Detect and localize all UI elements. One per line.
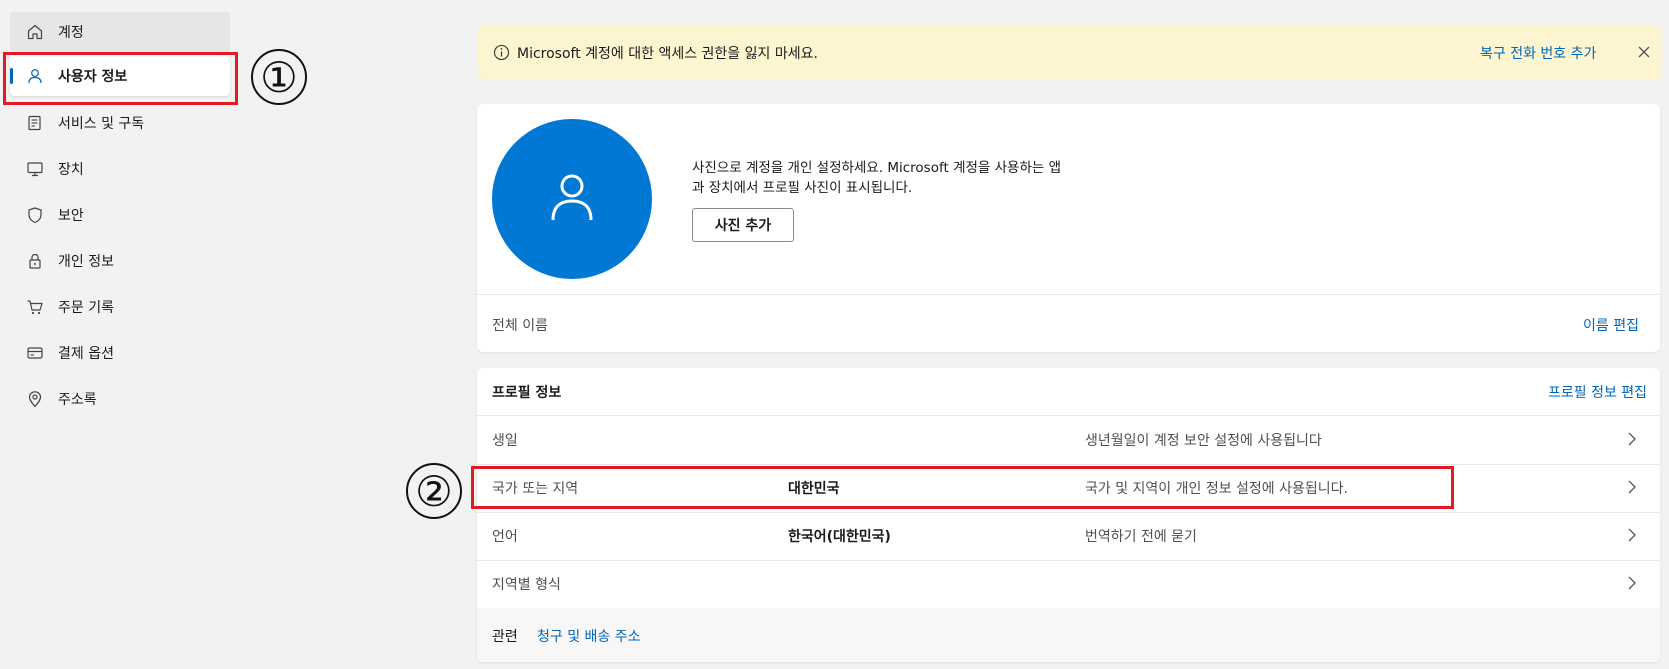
sidebar-item-services[interactable]: 서비스 및 구독 bbox=[10, 103, 230, 143]
close-icon[interactable] bbox=[1636, 44, 1652, 64]
sidebar-item-label: 계정 bbox=[58, 25, 84, 41]
chevron-right-icon bbox=[1627, 527, 1637, 547]
add-recovery-phone-link[interactable]: 복구 전화 번호 추가 bbox=[1480, 43, 1596, 63]
profile-info-card: 프로필 정보 프로필 정보 편집 생일 생년월일이 계정 보안 설정에 사용됩니… bbox=[477, 368, 1660, 662]
edit-name-link[interactable]: 이름 편집 bbox=[1583, 315, 1639, 335]
profile-row-regional-format[interactable]: 지역별 형식 bbox=[477, 560, 1660, 608]
person-icon bbox=[550, 172, 594, 226]
sidebar-item-label: 개인 정보 bbox=[58, 254, 114, 270]
row-label: 언어 bbox=[492, 529, 518, 545]
credit-card-icon bbox=[25, 343, 45, 363]
row-label: 생일 bbox=[492, 433, 518, 449]
sidebar-item-privacy[interactable]: 개인 정보 bbox=[10, 241, 230, 281]
cart-icon bbox=[25, 297, 45, 317]
location-pin-icon bbox=[25, 389, 45, 409]
divider bbox=[477, 294, 1660, 295]
profile-info-title: 프로필 정보 bbox=[492, 385, 562, 401]
chevron-right-icon bbox=[1627, 479, 1637, 499]
sidebar-item-label: 주문 기록 bbox=[58, 300, 114, 316]
sidebar-item-label: 서비스 및 구독 bbox=[58, 116, 145, 132]
banner-message: Microsoft 계정에 대한 액세스 권한을 잃지 마세요. bbox=[517, 45, 818, 62]
sidebar-item-security[interactable]: 보안 bbox=[10, 195, 230, 235]
profile-photo-card: 사진으로 계정을 개인 설정하세요. Microsoft 계정을 사용하는 앱과… bbox=[477, 104, 1660, 352]
avatar[interactable] bbox=[492, 119, 652, 279]
sidebar-item-devices[interactable]: 장치 bbox=[10, 149, 230, 189]
photo-description: 사진으로 계정을 개인 설정하세요. Microsoft 계정을 사용하는 앱과… bbox=[692, 160, 1062, 196]
row-value: 한국어(대한민국) bbox=[788, 529, 891, 545]
profile-row-language[interactable]: 언어 한국어(대한민국) 번역하기 전에 묻기 bbox=[477, 512, 1660, 560]
chevron-right-icon bbox=[1627, 575, 1637, 595]
sidebar-item-payment[interactable]: 결제 옵션 bbox=[10, 333, 230, 373]
related-label: 관련 bbox=[492, 629, 518, 645]
shield-icon bbox=[25, 205, 45, 225]
billing-shipping-address-link[interactable]: 청구 및 배송 주소 bbox=[537, 626, 641, 646]
chevron-right-icon bbox=[1627, 431, 1637, 451]
sidebar-item-order-history[interactable]: 주문 기록 bbox=[10, 287, 230, 327]
sidebar-item-address-book[interactable]: 주소록 bbox=[10, 379, 230, 419]
annotation-number-2: ② bbox=[406, 463, 462, 519]
sidebar-item-label: 주소록 bbox=[58, 392, 97, 408]
sidebar-item-label: 결제 옵션 bbox=[58, 346, 114, 362]
lock-icon bbox=[25, 251, 45, 271]
sidebar-item-label: 장치 bbox=[58, 162, 84, 178]
sidebar-item-label: 보안 bbox=[58, 208, 84, 224]
row-label: 지역별 형식 bbox=[492, 577, 561, 593]
recovery-banner: Microsoft 계정에 대한 액세스 권한을 잃지 마세요. 복구 전화 번… bbox=[477, 25, 1661, 80]
annotation-number-1: ① bbox=[251, 49, 307, 105]
subscriptions-icon bbox=[25, 113, 45, 133]
row-description: 생년월일이 계정 보안 설정에 사용됩니다 bbox=[1085, 433, 1322, 449]
related-section: 관련 청구 및 배송 주소 bbox=[477, 608, 1660, 662]
full-name-label: 전체 이름 bbox=[492, 318, 548, 334]
annotation-highlight-2 bbox=[471, 466, 1454, 509]
annotation-highlight-1 bbox=[3, 52, 238, 105]
home-icon bbox=[25, 22, 45, 42]
row-description: 번역하기 전에 묻기 bbox=[1085, 529, 1197, 545]
sidebar-item-account[interactable]: 계정 bbox=[10, 12, 230, 52]
add-photo-button[interactable]: 사진 추가 bbox=[692, 208, 794, 242]
info-icon bbox=[493, 44, 510, 65]
monitor-icon bbox=[25, 159, 45, 179]
profile-row-birthday[interactable]: 생일 생년월일이 계정 보안 설정에 사용됩니다 bbox=[477, 416, 1660, 464]
edit-profile-info-link[interactable]: 프로필 정보 편집 bbox=[1548, 382, 1647, 402]
